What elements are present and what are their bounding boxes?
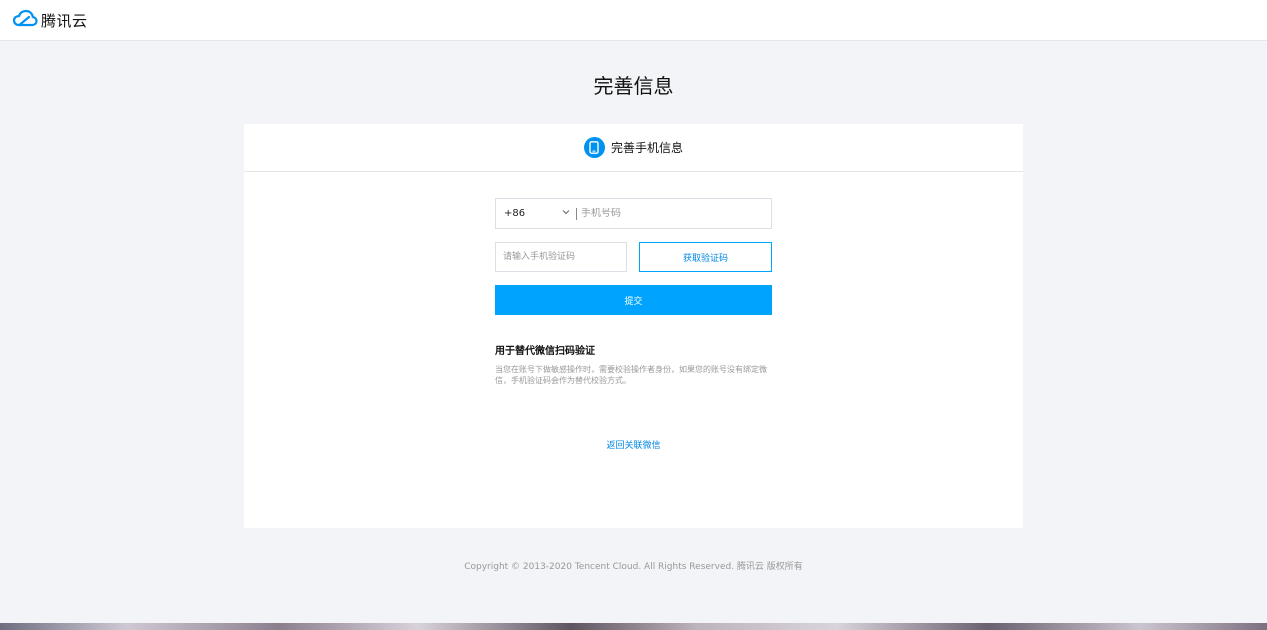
verification-form: +86 获取验证码 提交 用于替代微信扫码验证 当您在账号下做敏感操作时，需要校…	[495, 198, 772, 386]
form-card: 完善手机信息 +86 获取验证码 提交 用于替代微信扫码验证 当您在账号下做敏感…	[244, 124, 1023, 528]
top-bar: 腾讯云	[0, 0, 1267, 41]
phone-icon	[583, 137, 605, 158]
back-to-wechat-link[interactable]: 返回关联微信	[244, 438, 1023, 451]
info-description: 当您在账号下做敏感操作时，需要校验操作者身份，如果您的账号没有绑定微信，手机验证…	[495, 365, 767, 385]
page-title: 完善信息	[593, 74, 674, 98]
chevron-down-icon	[552, 208, 570, 219]
country-code-value: +86	[504, 208, 526, 219]
cloud-logo-icon	[12, 9, 38, 31]
background-image-strip	[0, 623, 1267, 630]
submit-button[interactable]: 提交	[495, 285, 772, 315]
get-code-button[interactable]: 获取验证码	[639, 242, 772, 272]
verification-code-input[interactable]	[495, 242, 627, 272]
phone-field-group: +86	[495, 198, 772, 229]
card-header: 完善手机信息	[244, 124, 1023, 172]
brand-name: 腾讯云	[41, 11, 88, 30]
phone-input[interactable]	[576, 207, 771, 220]
copyright-footer: Copyright © 2013-2020 Tencent Cloud. All…	[464, 562, 803, 572]
card-header-title: 完善手机信息	[610, 141, 683, 155]
code-field-group: 获取验证码	[495, 242, 772, 272]
info-title: 用于替代微信扫码验证	[495, 346, 595, 357]
country-code-select[interactable]: +86	[496, 208, 570, 219]
brand-logo[interactable]: 腾讯云	[12, 9, 88, 31]
